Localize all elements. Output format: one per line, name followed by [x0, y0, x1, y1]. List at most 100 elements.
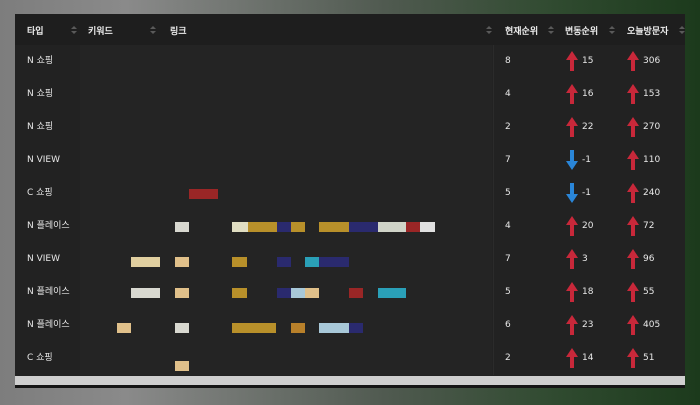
- link-cell[interactable]: [80, 177, 492, 210]
- redacted-link-block: [291, 222, 305, 232]
- link-cell[interactable]: [80, 111, 492, 144]
- visitors-cell: 55: [643, 287, 655, 297]
- redacted-link-block: [378, 222, 406, 232]
- table-row[interactable]: N VIEW 7 -1 110: [15, 144, 685, 177]
- type-cell: N 플레이스: [27, 320, 70, 330]
- table-row[interactable]: N 쇼핑 2 22 270: [15, 111, 685, 144]
- redacted-link-block: [349, 288, 363, 298]
- redacted-link-block: [406, 222, 420, 232]
- link-cell[interactable]: [80, 342, 492, 375]
- change-rank-cell: -1: [582, 155, 591, 165]
- redacted-link-block: [420, 222, 435, 232]
- up-arrow-icon: [627, 282, 639, 302]
- column-header-type[interactable]: 타입: [27, 14, 44, 48]
- table-row[interactable]: C 쇼핑 2 14 51: [15, 342, 685, 375]
- column-divider: [493, 342, 494, 375]
- redacted-link-block: [319, 222, 349, 232]
- redacted-link-block: [232, 323, 276, 333]
- type-cell: N VIEW: [27, 254, 60, 264]
- type-cell: N VIEW: [27, 155, 60, 165]
- redacted-link-block: [131, 257, 160, 267]
- current-rank-cell: 4: [505, 89, 511, 99]
- sort-icon[interactable]: [150, 26, 156, 36]
- redacted-link-block: [175, 222, 189, 232]
- table-row[interactable]: N VIEW 7 3 96: [15, 243, 685, 276]
- change-rank-cell: 23: [582, 320, 594, 330]
- column-divider: [493, 276, 494, 309]
- link-cell[interactable]: [80, 78, 492, 111]
- column-divider: [493, 45, 494, 78]
- redacted-link-block: [232, 222, 248, 232]
- up-arrow-icon: [566, 282, 578, 302]
- change-rank-cell: 14: [582, 353, 594, 363]
- current-rank-cell: 8: [505, 56, 511, 66]
- redacted-link-block: [117, 323, 131, 333]
- type-cell: N 플레이스: [27, 221, 70, 231]
- redacted-link-block: [175, 257, 189, 267]
- column-header-keyword[interactable]: 키워드: [88, 14, 113, 48]
- column-header-link[interactable]: 링크: [170, 14, 187, 48]
- change-rank-cell: 3: [582, 254, 588, 264]
- current-rank-cell: 6: [505, 320, 511, 330]
- redacted-link-block: [291, 323, 305, 333]
- redacted-link-block: [277, 222, 291, 232]
- table-row[interactable]: N 쇼핑 4 16 153: [15, 78, 685, 111]
- type-cell: N 쇼핑: [27, 122, 54, 132]
- type-cell: N 쇼핑: [27, 89, 54, 99]
- current-rank-cell: 2: [505, 122, 511, 132]
- change-rank-cell: 15: [582, 56, 594, 66]
- change-rank-cell: 22: [582, 122, 594, 132]
- column-header-visitors[interactable]: 오늘방문자: [627, 14, 668, 48]
- redacted-link-block: [305, 288, 319, 298]
- current-rank-cell: 2: [505, 353, 511, 363]
- column-header-change-rank[interactable]: 변동순위: [565, 14, 598, 48]
- column-header-visitors-label: 오늘방문자: [627, 27, 669, 37]
- table-row[interactable]: N 플레이스 5 18 55: [15, 276, 685, 309]
- redacted-link-block: [248, 222, 277, 232]
- up-arrow-icon: [627, 348, 639, 368]
- column-header-type-label: 타입: [27, 27, 44, 37]
- type-cell: C 쇼핑: [27, 188, 53, 198]
- sort-icon[interactable]: [486, 26, 492, 36]
- sort-icon[interactable]: [71, 26, 77, 36]
- change-rank-cell: 20: [582, 221, 594, 231]
- link-cell[interactable]: [80, 45, 492, 78]
- ranking-table: 타입 키워드 링크 현재순위 변동순위 오늘방문자 N 쇼핑 8 15 306 N 쇼핑…: [15, 14, 685, 376]
- up-arrow-icon: [566, 249, 578, 269]
- column-header-current-rank-label: 현재순위: [505, 27, 539, 37]
- table-row[interactable]: N 쇼핑 8 15 306: [15, 45, 685, 78]
- horizontal-scrollbar[interactable]: [15, 376, 685, 388]
- current-rank-cell: 5: [505, 287, 511, 297]
- sort-icon[interactable]: [609, 26, 615, 36]
- table-row[interactable]: N 플레이스 6 23 405: [15, 309, 685, 342]
- table-row[interactable]: C 쇼핑 5 -1 240: [15, 177, 685, 210]
- column-divider: [493, 144, 494, 177]
- column-divider: [493, 177, 494, 210]
- redacted-link-block: [232, 288, 247, 298]
- visitors-cell: 306: [643, 56, 661, 66]
- visitors-cell: 153: [643, 89, 661, 99]
- table-row[interactable]: N 플레이스 4 20 72: [15, 210, 685, 243]
- up-arrow-icon: [627, 216, 639, 236]
- link-cell[interactable]: [80, 144, 492, 177]
- visitors-cell: 240: [643, 188, 661, 198]
- link-cell[interactable]: [80, 309, 492, 342]
- sort-icon[interactable]: [679, 26, 685, 36]
- change-rank-cell: 18: [582, 287, 594, 297]
- redacted-link-block: [232, 257, 247, 267]
- redacted-link-block: [378, 288, 406, 298]
- column-divider: [493, 78, 494, 111]
- change-rank-cell: -1: [582, 188, 591, 198]
- type-cell: N 플레이스: [27, 287, 70, 297]
- up-arrow-icon: [566, 51, 578, 71]
- scrollbar-thumb[interactable]: [15, 376, 685, 385]
- column-divider: [493, 243, 494, 276]
- column-header-keyword-label: 키워드: [88, 27, 113, 37]
- redacted-link-block: [291, 288, 305, 298]
- column-header-current-rank[interactable]: 현재순위: [505, 14, 538, 48]
- up-arrow-icon: [566, 315, 578, 335]
- column-header-change-rank-label: 변동순위: [565, 27, 599, 37]
- up-arrow-icon: [627, 117, 639, 137]
- visitors-cell: 405: [643, 320, 661, 330]
- sort-icon[interactable]: [548, 26, 554, 36]
